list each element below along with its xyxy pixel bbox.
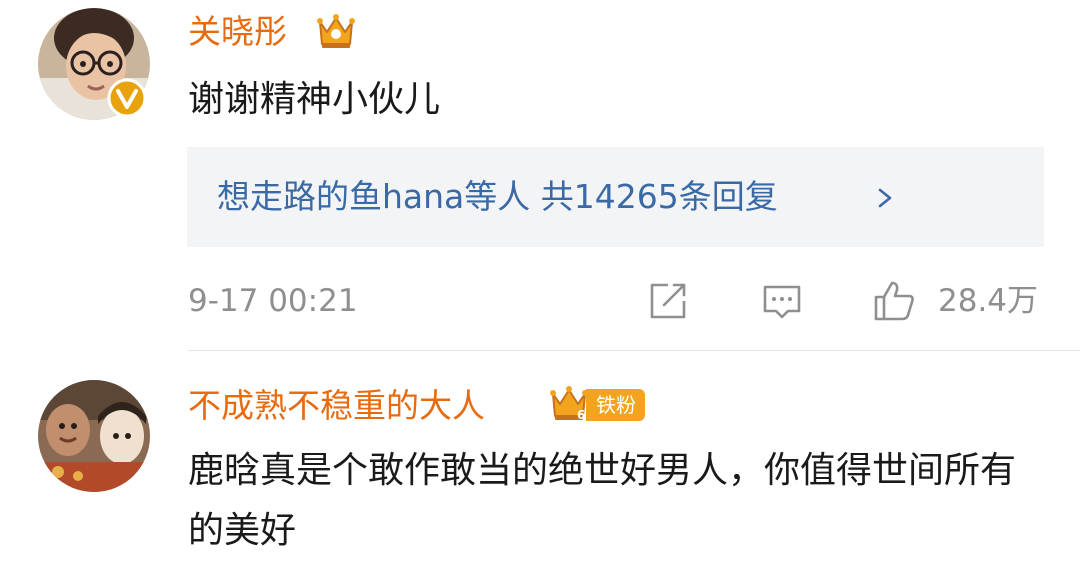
fan-badge[interactable]: 铁粉 xyxy=(586,389,645,421)
like-count: 28.4万 xyxy=(938,283,1039,319)
comment-text: 谢谢精神小伙儿 xyxy=(188,79,441,120)
crown-icon[interactable]: 6 xyxy=(548,382,590,424)
thumbs-up-icon[interactable] xyxy=(872,279,916,323)
badge-level: 6 xyxy=(577,408,585,422)
replies-summary-text[interactable]: 想走路的鱼hana等人 共14265条回复 xyxy=(217,177,778,217)
username[interactable]: 不成熟不稳重的大人 xyxy=(188,386,485,426)
timestamp: 9-17 00:21 xyxy=(188,283,358,319)
share-icon[interactable] xyxy=(646,279,690,323)
avatar[interactable] xyxy=(38,380,150,492)
crown-icon[interactable] xyxy=(315,10,357,52)
chevron-right-icon[interactable] xyxy=(877,181,895,215)
verified-v-icon xyxy=(107,78,147,118)
username[interactable]: 关晓彤 xyxy=(188,12,287,52)
replies-summary[interactable]: 想走路的鱼hana等人 共14265条回复 xyxy=(187,147,1044,247)
comment-text: 鹿晗真是个敢作敢当的绝世好男人，你值得世间所有的美好 xyxy=(188,450,1017,551)
comment-icon[interactable] xyxy=(760,279,804,323)
divider xyxy=(188,350,1080,351)
